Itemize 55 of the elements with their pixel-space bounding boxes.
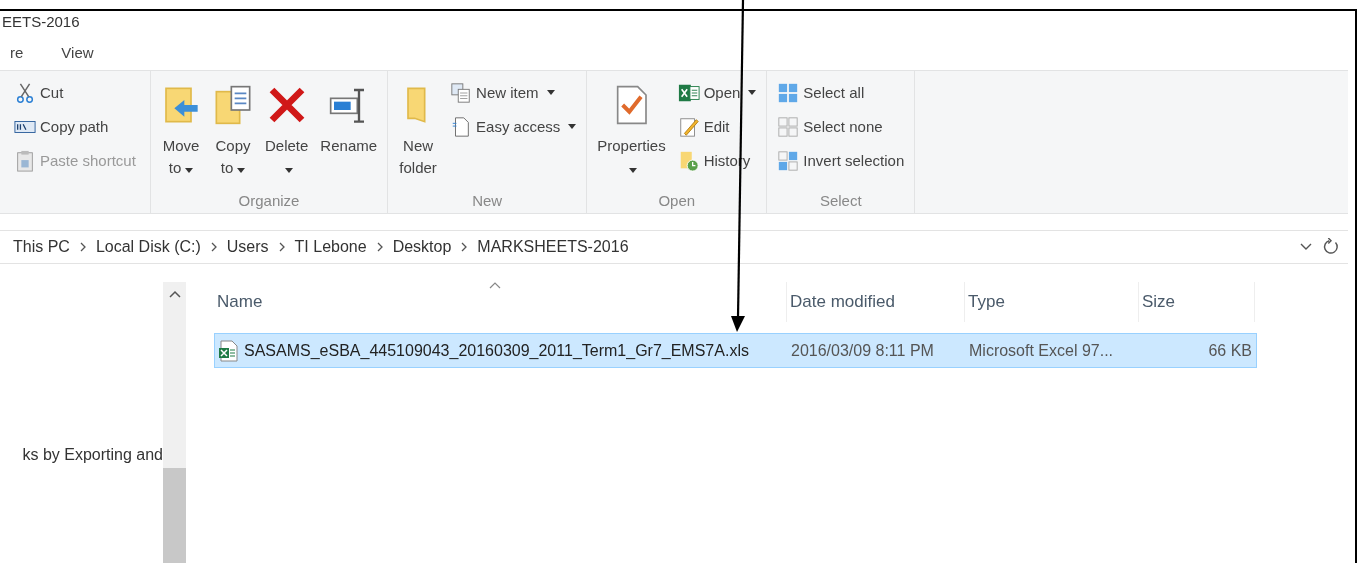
ribbon-button[interactable]: Copy to	[211, 79, 255, 192]
group-label: Organize	[237, 192, 301, 211]
ribbon-button[interactable]: Open	[675, 79, 759, 106]
chevron-right-icon	[210, 242, 217, 252]
select-none-icon	[777, 115, 800, 138]
breadcrumb-item[interactable]: Desktop	[391, 238, 453, 256]
ribbon-button[interactable]: Select all	[775, 79, 907, 106]
column-header[interactable]: Type	[965, 282, 1139, 322]
ribbon-button[interactable]: Copy path	[12, 113, 138, 140]
scrollbar-thumb[interactable]	[163, 468, 186, 563]
ribbon-button[interactable]: New item	[448, 79, 579, 106]
select-all-icon	[777, 81, 800, 104]
window-title: EETS-2016	[1, 14, 81, 30]
breadcrumb-item[interactable]: Local Disk (C:)	[94, 238, 202, 256]
ribbon-tab[interactable]: View	[55, 43, 100, 61]
ribbon-button[interactable]: Properties	[595, 79, 668, 192]
table-cell-text: Microsoft Excel 97...	[968, 341, 1115, 360]
invert-selection-icon	[777, 149, 800, 172]
ribbon-button[interactable]: Cut	[12, 79, 138, 106]
chevron-right-icon	[461, 242, 468, 252]
file-name: SASAMS_eSBA_445109043_20160309_2011_Term1_Gr7_EMS7A.xls	[244, 341, 749, 360]
chevron-down-icon[interactable]	[1300, 243, 1312, 251]
file-row[interactable]: SASAMS_eSBA_445109043_20160309_2011_Term1_Gr7_EMS7A.xls 2016/03/09 8:11 PM Microsoft Excel 97... 66 KB	[214, 333, 1257, 368]
clipboard-icon	[14, 149, 36, 172]
breadcrumb-item[interactable]: MARKSHEETS-2016	[476, 238, 630, 256]
scrollbar[interactable]	[163, 282, 186, 563]
ribbon-button[interactable]: Select none	[775, 113, 907, 140]
chevron-right-icon	[376, 242, 383, 252]
chevron-right-icon	[79, 242, 86, 252]
scissors-icon	[14, 81, 36, 104]
table-cell-text: 2016/03/09 8:11 PM	[790, 341, 935, 360]
ribbon-button[interactable]: Easy access	[448, 113, 579, 140]
ribbon-button[interactable]: Rename	[318, 79, 380, 192]
group-label: Select	[818, 192, 863, 211]
group-label: New	[471, 192, 504, 211]
pencil-page-icon	[677, 115, 700, 138]
table-cell-text: 66 KB	[1207, 341, 1253, 360]
column-header[interactable]: Date modified	[787, 282, 965, 322]
ribbon-button[interactable]: Invert selection	[775, 147, 907, 174]
refresh-icon[interactable]	[1322, 238, 1340, 256]
ribbon-button[interactable]: Move to	[159, 79, 203, 192]
group-label: Open	[657, 192, 697, 211]
breadcrumb-item[interactable]: Users	[225, 238, 270, 256]
breadcrumb-item[interactable]: TI Lebone	[293, 238, 368, 256]
new-item-icon	[450, 81, 473, 104]
ribbon-button[interactable]: New folder	[396, 79, 441, 192]
ribbon-button[interactable]: Delete	[263, 79, 311, 192]
navigation-item[interactable]: ks by Exporting and	[22, 446, 163, 464]
ribbon-tab[interactable]: re	[4, 43, 30, 61]
chevron-right-icon	[278, 242, 285, 252]
column-header[interactable]: Size	[1139, 282, 1255, 322]
scroll-up-icon[interactable]	[168, 290, 181, 298]
ribbon-button[interactable]: Edit	[675, 113, 759, 140]
spreadsheet-file-icon	[218, 339, 238, 362]
breadcrumb-item[interactable]: This PC	[12, 238, 71, 256]
